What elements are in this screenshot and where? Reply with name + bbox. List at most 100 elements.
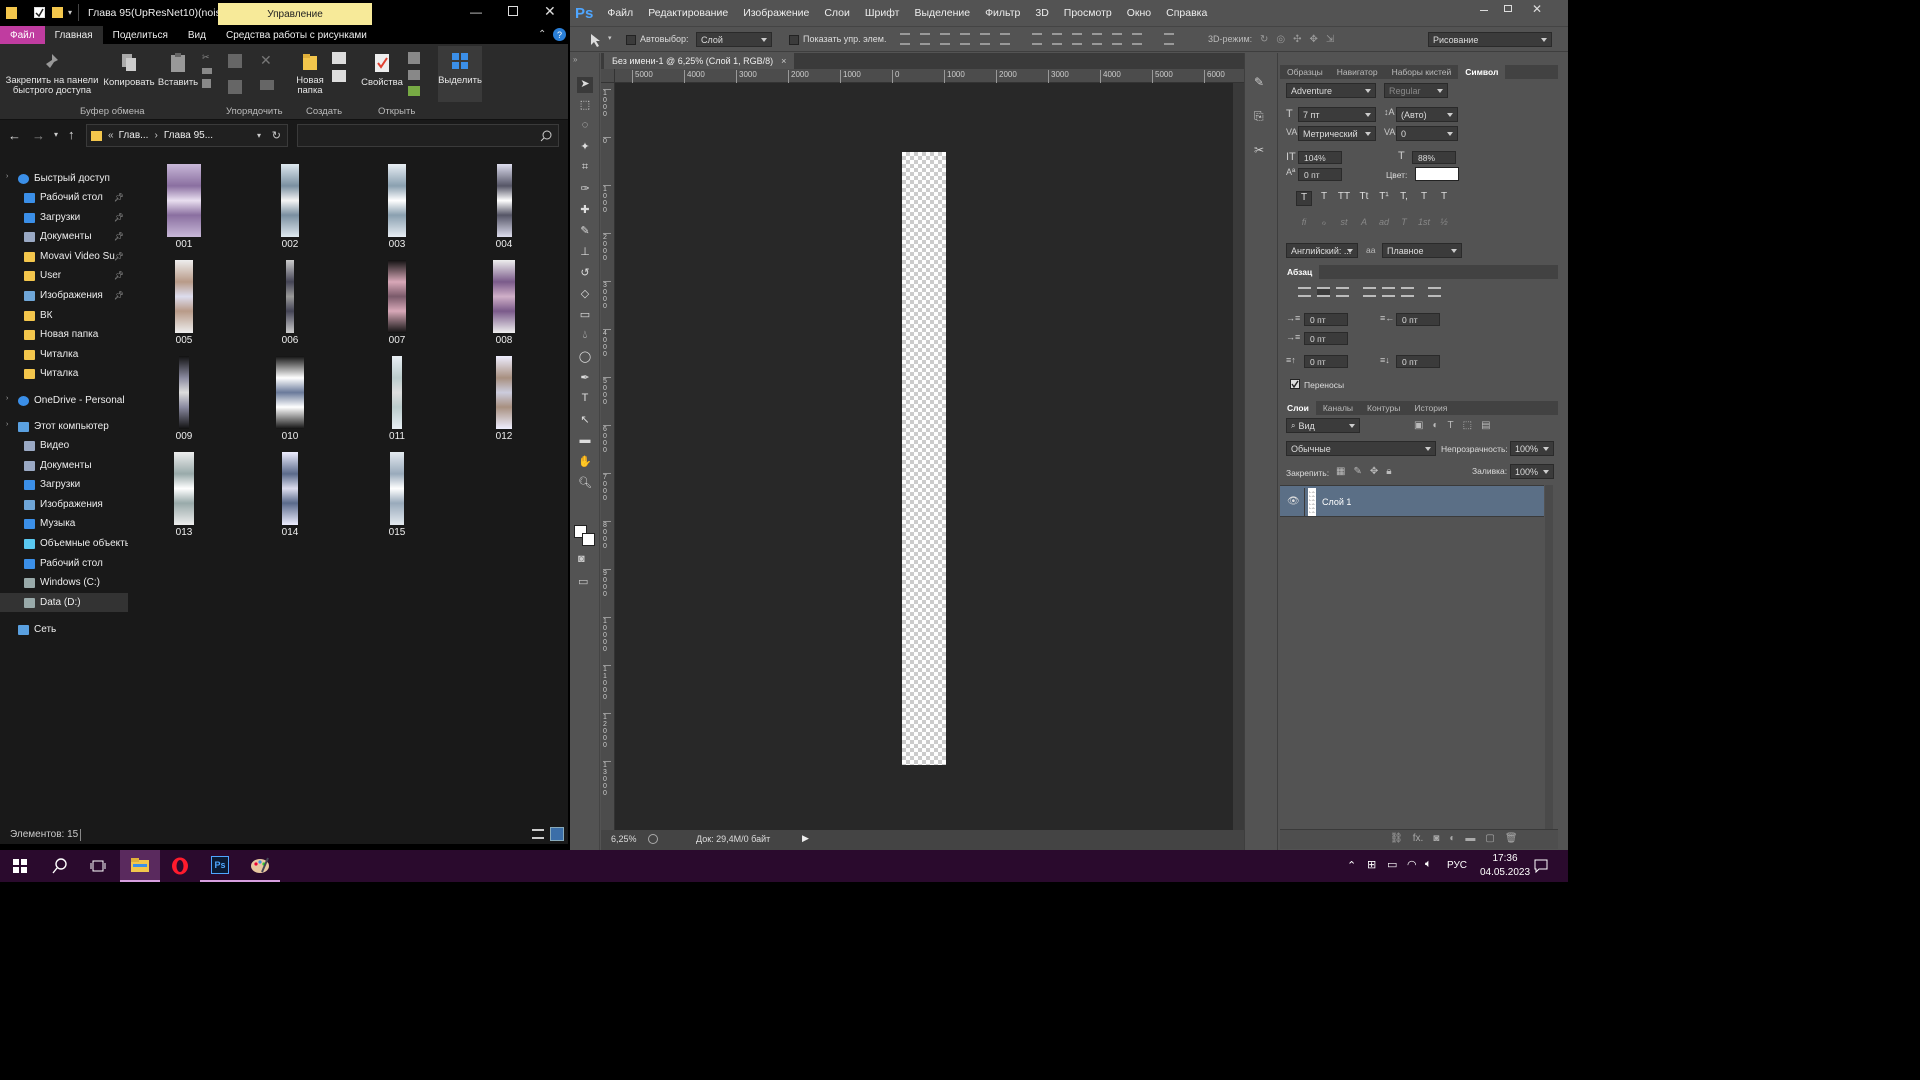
quick-access-new-folder-icon[interactable] <box>52 7 63 18</box>
path-select-tool-icon[interactable]: ↖ <box>577 413 593 429</box>
align-hcenter-icon[interactable] <box>980 33 990 45</box>
tool-presets-icon[interactable]: ⎘ <box>1254 109 1270 125</box>
sidebar-item[interactable]: Рабочий стол <box>0 554 128 573</box>
move-tool-icon[interactable] <box>588 32 604 48</box>
horizontal-ruler[interactable]: 5000 4000 3000 2000 1000 0 1000 2000 3000 4000 500… <box>601 69 1244 83</box>
type-style-button[interactable]: T <box>1296 191 1312 206</box>
panel-tab[interactable]: Образцы <box>1280 65 1330 79</box>
leading-select[interactable]: (Авто) <box>1396 107 1458 122</box>
file-item[interactable]: 014 <box>250 452 330 538</box>
menu-item[interactable]: Просмотр <box>1064 7 1112 19</box>
zoom-tool-icon[interactable]: 🔍︎ <box>577 476 593 492</box>
tool-preset-dropdown-icon[interactable]: ▾ <box>608 34 612 42</box>
sidebar-item[interactable]: Читалка <box>0 364 128 383</box>
3d-roll-icon[interactable]: ◎ <box>1276 34 1285 46</box>
first-line-indent-input[interactable]: 0 пт <box>1304 332 1348 345</box>
layer-filter-select[interactable]: ⌕ Вид <box>1286 418 1360 433</box>
address-overflow[interactable]: « <box>108 130 114 141</box>
blend-mode-select[interactable]: Обычные <box>1286 441 1436 456</box>
healing-brush-tool-icon[interactable]: ✚ <box>577 203 593 219</box>
pin-icon[interactable]: 📌︎ <box>114 252 124 261</box>
opentype-button[interactable]: ½ <box>1436 217 1452 232</box>
sidebar-item[interactable]: Movavi Video Su 📌︎ <box>0 247 128 266</box>
fill-input[interactable]: 100% <box>1510 464 1554 479</box>
file-item[interactable]: 006 <box>250 260 330 346</box>
clone-stamp-tool-icon[interactable]: ⊥ <box>577 245 593 261</box>
opacity-input[interactable]: 100% <box>1510 441 1554 456</box>
notifications-icon[interactable] <box>1534 859 1548 873</box>
3d-rotate-icon[interactable]: ↻ <box>1260 34 1268 46</box>
sidebar-item[interactable]: › OneDrive - Personal <box>0 391 128 410</box>
sidebar-item[interactable]: Загрузки <box>0 475 128 494</box>
layer-row[interactable]: 👁︎ Слой 1 <box>1280 485 1544 517</box>
pin-quick-access-button[interactable]: Закрепить на панели быстрого доступа <box>4 52 100 96</box>
menu-item[interactable]: Фильтр <box>985 7 1020 19</box>
pin-icon[interactable]: 📌︎ <box>114 213 124 222</box>
file-item[interactable]: 009 <box>144 356 224 442</box>
collapse-ribbon-icon[interactable]: ⌃ <box>538 29 546 40</box>
history-brush-tool-icon[interactable]: ↺ <box>577 266 593 282</box>
sidebar-item[interactable]: › Этот компьютер <box>0 417 128 436</box>
layer-visibility-eye-icon[interactable]: 👁︎ <box>1287 496 1300 507</box>
menu-item[interactable]: Изображение <box>743 7 809 19</box>
dodge-tool-icon[interactable]: ◯ <box>577 350 593 366</box>
justify-last-left-icon[interactable] <box>1363 287 1376 297</box>
align-right-icon[interactable] <box>1336 287 1349 297</box>
lock-all-icon[interactable]: 🔒︎ <box>1386 466 1391 477</box>
sidebar-item[interactable]: Windows (C:) <box>0 573 128 592</box>
layer-style-icon[interactable]: fx. <box>1413 833 1424 844</box>
opentype-button[interactable]: T <box>1396 217 1412 232</box>
details-view-icon[interactable] <box>532 829 544 839</box>
autoselect-target-select[interactable]: Слой <box>696 32 772 47</box>
screen-mode-icon[interactable]: ▭ <box>578 575 588 588</box>
ps-close-icon[interactable]: ✕ <box>1532 2 1542 16</box>
file-item[interactable]: 001 <box>144 164 224 250</box>
file-item[interactable]: 004 <box>464 164 544 250</box>
add-mask-icon[interactable]: ◙ <box>1433 833 1439 844</box>
clock[interactable]: 17:36 04.05.2023 <box>1475 852 1535 880</box>
horizontal-scale-input[interactable]: 88% <box>1412 151 1456 164</box>
type-style-button[interactable]: TT <box>1336 191 1352 206</box>
type-style-button[interactable]: T, <box>1396 191 1412 206</box>
justify-last-center-icon[interactable] <box>1382 287 1395 297</box>
link-layers-icon[interactable]: ⛓︎ <box>1390 833 1403 844</box>
panel-tab[interactable]: Наборы кистей <box>1385 65 1459 79</box>
layers-panel-tab[interactable]: Каналы <box>1316 401 1360 415</box>
sidebar-item[interactable]: › Быстрый доступ <box>0 169 128 188</box>
sidebar-item[interactable]: Видео <box>0 436 128 455</box>
zoom-level[interactable]: 6,25% <box>611 834 637 844</box>
file-item[interactable]: 007 <box>357 260 437 346</box>
taskbar-opera[interactable] <box>160 850 200 882</box>
distribute-hcenter-icon[interactable] <box>1112 33 1122 45</box>
new-folder-button[interactable]: Новая папка <box>290 52 330 96</box>
file-item[interactable]: 002 <box>250 164 330 250</box>
lock-image-icon[interactable]: ✎ <box>1353 466 1361 477</box>
opentype-button[interactable]: fi <box>1296 217 1312 232</box>
font-size-select[interactable]: 7 пт <box>1298 107 1376 122</box>
move-tool-icon[interactable]: ➤ <box>577 77 593 93</box>
font-style-select[interactable]: Regular <box>1384 83 1448 98</box>
tray-app-icon[interactable]: ⊞ <box>1367 858 1376 871</box>
sidebar-item[interactable]: Музыка <box>0 514 128 533</box>
menu-item[interactable]: 3D <box>1035 7 1048 19</box>
ps-restore-icon[interactable] <box>1504 5 1512 12</box>
paste-shortcut-icon[interactable] <box>202 79 211 88</box>
layer-name[interactable]: Слой 1 <box>1322 497 1351 507</box>
menu-item[interactable]: Шрифт <box>865 7 900 19</box>
rectangle-tool-icon[interactable]: ▬ <box>577 434 593 450</box>
sidebar-item[interactable]: Рабочий стол 📌︎ <box>0 188 128 207</box>
up-icon[interactable]: ↑ <box>68 127 75 142</box>
tab-file[interactable]: Файл <box>0 26 45 44</box>
expand-chevron-icon[interactable]: › <box>6 395 8 402</box>
clipboard-small-buttons[interactable]: ✂ <box>202 52 214 98</box>
3d-scale-icon[interactable]: ⇲ <box>1326 34 1334 46</box>
sidebar-item[interactable]: Data (D:) <box>0 593 128 612</box>
breadcrumb-segment[interactable]: Глава 95... <box>164 130 213 141</box>
customize-quick-access-icon[interactable]: ▾ <box>68 8 72 17</box>
menu-item[interactable]: Выделение <box>914 7 970 19</box>
type-style-button[interactable]: T <box>1316 191 1332 206</box>
forward-icon[interactable]: → <box>32 128 45 143</box>
layers-panel-tab[interactable]: История <box>1407 401 1454 415</box>
type-style-button[interactable]: T <box>1416 191 1432 206</box>
manage-context-tab[interactable]: Управление <box>218 3 372 25</box>
